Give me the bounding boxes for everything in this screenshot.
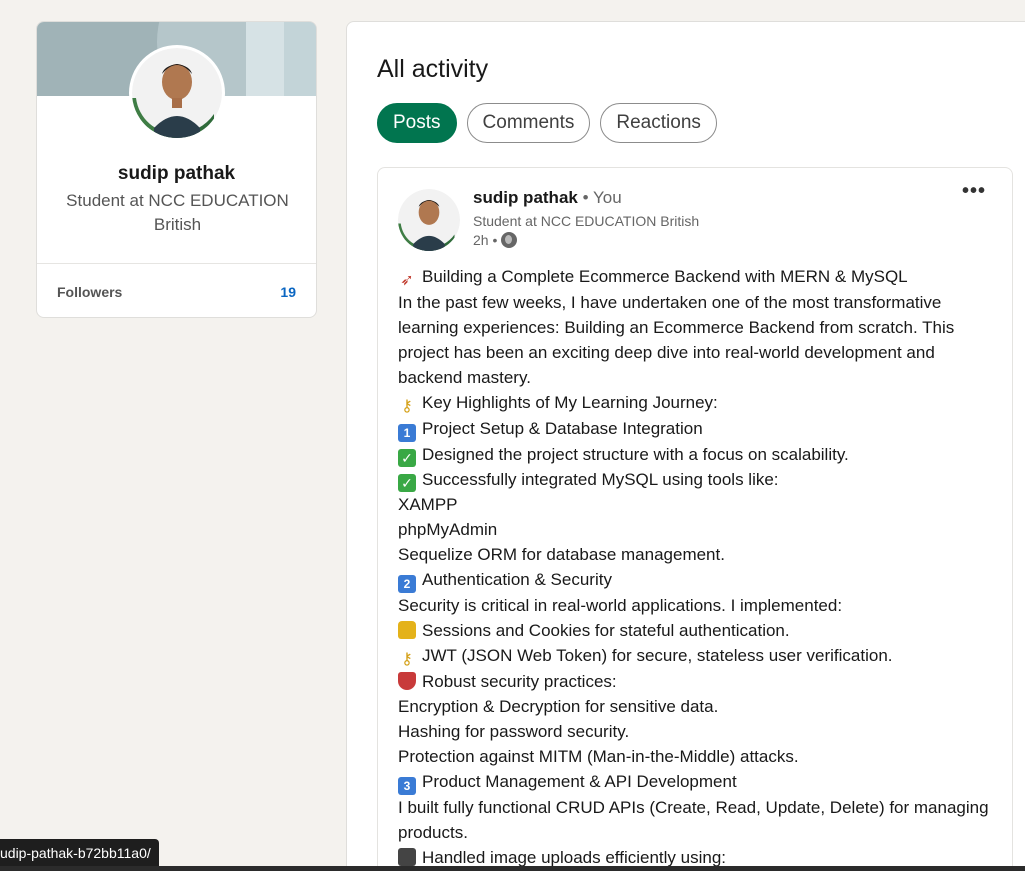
- tab-posts[interactable]: Posts: [377, 103, 457, 143]
- keycap-3-icon: 3: [398, 777, 416, 795]
- post-line: Successfully integrated MySQL using tool…: [398, 467, 998, 492]
- profile-avatar[interactable]: [129, 45, 225, 141]
- key-icon: ⚷: [401, 398, 413, 415]
- post-card: sudip pathak • You Student at NCC EDUCAT…: [377, 167, 1013, 871]
- post-author[interactable]: sudip pathak • You: [473, 188, 622, 208]
- shield-icon: [398, 672, 416, 690]
- check-mark-icon: [398, 474, 416, 492]
- lock-icon: [398, 621, 416, 639]
- more-horizontal-icon[interactable]: •••: [962, 180, 986, 203]
- post-line: Hashing for password security.: [398, 722, 630, 741]
- post-time: 2h •: [473, 232, 518, 248]
- post-line: 1 Project Setup & Database Integration: [398, 416, 998, 442]
- bottom-bar: [0, 866, 1025, 871]
- post-line: ⚷ Key Highlights of My Learning Journey:: [398, 390, 998, 416]
- post-line: Robust security practices:: [398, 669, 998, 694]
- keycap-2-icon: 2: [398, 575, 416, 593]
- activity-tabs: Posts Comments Reactions: [377, 103, 717, 143]
- followers-label: Followers: [57, 283, 123, 300]
- post-line: ⚷ JWT (JSON Web Token) for secure, statel…: [398, 643, 998, 669]
- post-line: 3 Product Management & API Development: [398, 769, 998, 795]
- status-url-tooltip: udip-pathak-b72bb11a0/: [0, 839, 159, 868]
- post-author-name[interactable]: sudip pathak: [473, 188, 578, 207]
- post-line: phpMyAdmin: [398, 520, 498, 539]
- profile-headline: Student at NCC EDUCATION British: [66, 191, 289, 234]
- post-line: Security is critical in real-world appli…: [398, 596, 843, 615]
- activity-card: All activity Posts Comments Reactions su…: [346, 21, 1025, 871]
- camera-icon: [398, 848, 416, 866]
- post-line: Sequelize ORM for database management.: [398, 545, 725, 564]
- key-icon: ⚷: [401, 651, 413, 668]
- tab-comments[interactable]: Comments: [466, 103, 591, 143]
- post-line: In the past few weeks, I have undertaken…: [398, 293, 955, 387]
- profile-card: sudip pathak Student at NCC EDUCATION Br…: [36, 21, 317, 318]
- followers-count: 19: [280, 283, 296, 300]
- post-author-avatar[interactable]: [398, 189, 460, 251]
- post-line: Sessions and Cookies for stateful authen…: [398, 618, 998, 643]
- post-line: Designed the project structure with a fo…: [398, 442, 998, 467]
- rocket-icon: ➶: [400, 272, 414, 289]
- globe-icon: [501, 232, 518, 248]
- post-author-headline: Student at NCC EDUCATION British: [473, 213, 700, 229]
- post-line: Protection against MITM (Man-in-the-Midd…: [398, 747, 799, 766]
- post-line: Encryption & Decryption for sensitive da…: [398, 697, 719, 716]
- post-body: ➶ Building a Complete Ecommerce Backend w…: [398, 264, 998, 870]
- followers-row[interactable]: Followers 19: [37, 264, 316, 317]
- post-line: 2 Authentication & Security: [398, 567, 998, 593]
- post-author-you: • You: [582, 188, 622, 207]
- post-line: XAMPP: [398, 495, 458, 514]
- check-mark-icon: [398, 449, 416, 467]
- tab-reactions[interactable]: Reactions: [600, 103, 717, 143]
- post-line: I built fully functional CRUD APIs (Crea…: [398, 798, 989, 842]
- page-title: All activity: [377, 55, 489, 83]
- profile-name[interactable]: sudip pathak: [37, 163, 316, 185]
- keycap-1-icon: 1: [398, 424, 416, 442]
- post-line: ➶ Building a Complete Ecommerce Backend w…: [398, 264, 998, 290]
- post-time-label: 2h •: [473, 232, 498, 248]
